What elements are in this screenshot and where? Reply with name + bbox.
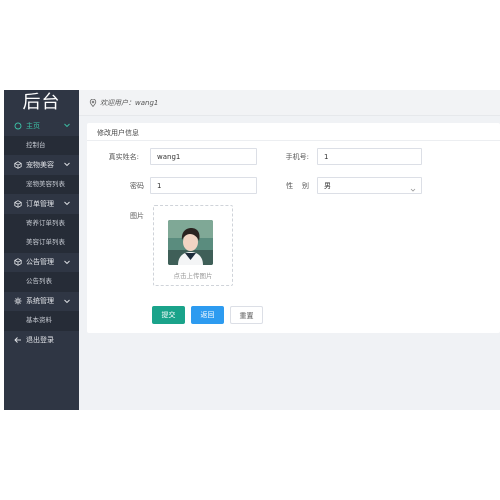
sidebar: 后台 主页 控制台 宠物美容 宠物美容列表 订单管理 寄养订单列表 美容订单列表… [4, 90, 79, 410]
password-label: 密码 [130, 182, 144, 190]
image-upload[interactable]: 点击上传图片 [153, 205, 233, 286]
sidebar-item-label: 宠物美容 [26, 160, 54, 169]
sidebar-subitem-announcement-list[interactable]: 公告列表 [4, 272, 79, 292]
sidebar-item-label: 订单管理 [26, 199, 54, 208]
chevron-down-icon [63, 199, 71, 207]
cube-icon [14, 199, 22, 208]
location-icon [89, 98, 97, 107]
sidebar-subitem-boarding-orders[interactable]: 寄养订单列表 [4, 213, 79, 233]
phone-input[interactable]: 1 [317, 148, 422, 165]
sidebar-item-announcements[interactable]: 公告管理 [4, 253, 79, 273]
sidebar-item-orders[interactable]: 订单管理 [4, 194, 79, 214]
upload-hint: 点击上传图片 [173, 272, 213, 280]
welcome-text: 欢迎用户：wang1 [100, 98, 159, 107]
real-name-label: 真实姓名: [108, 153, 139, 161]
gear-icon [14, 297, 22, 305]
sidebar-subitem-pet-grooming-list[interactable]: 宠物美容列表 [4, 174, 79, 194]
sidebar-item-pet-grooming[interactable]: 宠物美容 [4, 155, 79, 175]
chevron-down-icon [63, 160, 71, 168]
sidebar-item-logout[interactable]: 退出登录 [4, 331, 79, 351]
sidebar-item-label: 系统管理 [26, 297, 54, 306]
gender-selected-value: 男 [324, 182, 331, 190]
chevron-down-icon [63, 258, 71, 266]
chevron-down-icon [63, 121, 71, 129]
real-name-input[interactable]: wang1 [150, 148, 257, 165]
sidebar-item-label: 主页 [26, 121, 40, 130]
app-logo: 后台 [22, 92, 61, 113]
submit-button[interactable]: 提交 [152, 306, 185, 324]
home-icon [14, 122, 22, 130]
app-frame: 后台 主页 控制台 宠物美容 宠物美容列表 订单管理 寄养订单列表 美容订单列表… [4, 90, 500, 410]
sidebar-item-label: 退出登录 [26, 336, 54, 345]
edit-user-card: 修改用户信息 真实姓名: wang1 手机号: 1 密码 1 性 别 男 图片 [87, 123, 500, 333]
sidebar-subitem-grooming-orders[interactable]: 美容订单列表 [4, 233, 79, 253]
chevron-down-icon [410, 183, 416, 192]
sidebar-item-home[interactable]: 主页 [4, 116, 79, 136]
form-title: 修改用户信息 [97, 129, 139, 137]
back-button[interactable]: 返回 [191, 306, 224, 324]
sidebar-subitem-dashboard[interactable]: 控制台 [4, 135, 79, 155]
arrow-left-icon [14, 336, 22, 344]
cube-icon [14, 258, 22, 267]
chevron-down-icon [63, 297, 71, 305]
reset-button[interactable]: 重置 [230, 306, 263, 324]
image-label: 图片 [130, 212, 144, 220]
sidebar-item-label: 公告管理 [26, 258, 54, 267]
gender-select[interactable]: 男 [317, 177, 422, 194]
sidebar-item-system[interactable]: 系统管理 [4, 292, 79, 312]
gender-label: 性 别 [286, 182, 309, 190]
divider [87, 140, 500, 141]
password-input[interactable]: 1 [150, 177, 257, 194]
sidebar-subitem-profile[interactable]: 基本资料 [4, 311, 79, 331]
top-bar: 欢迎用户：wang1 [79, 90, 500, 116]
user-photo [168, 220, 213, 265]
cube-icon [14, 160, 22, 169]
phone-label: 手机号: [285, 153, 309, 161]
